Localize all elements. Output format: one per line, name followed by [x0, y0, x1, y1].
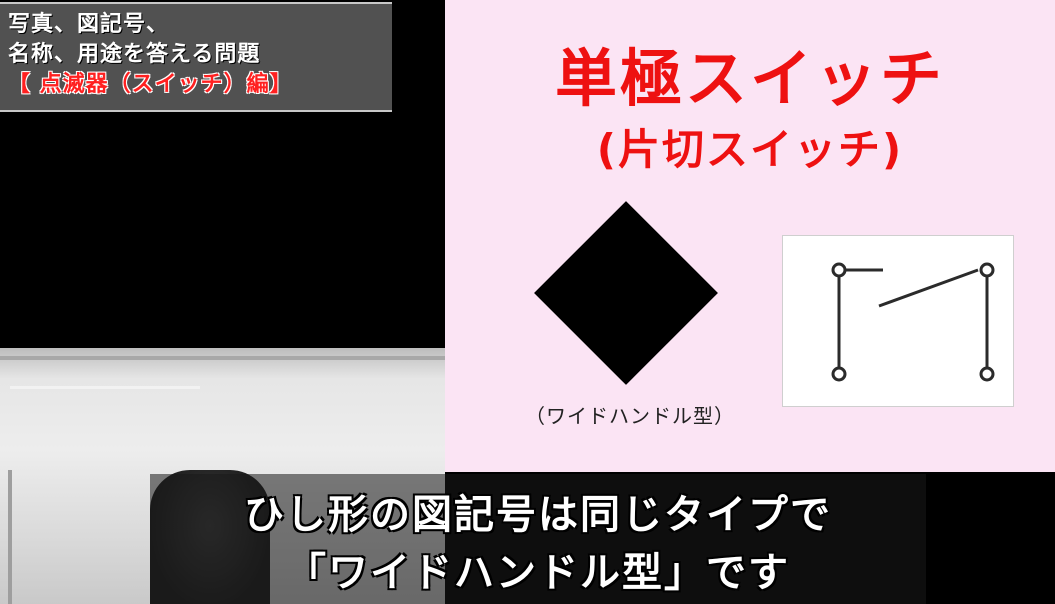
- subtitle-line-2: 「ワイドハンドル型」です: [286, 550, 790, 596]
- whiteboard-rail: [0, 356, 445, 360]
- video-frame: 写真、図記号、 名称、用途を答える問題 【 点滅器（スイッチ）編】 単極スイッチ…: [0, 0, 1055, 604]
- schematic-terminal-top-right: [979, 262, 995, 278]
- slide-subtitle: (片切スイッチ): [596, 125, 904, 174]
- schematic-switch-lever: [878, 268, 979, 308]
- switch-schematic-diagram: [782, 235, 1014, 407]
- subtitle-band: ひし形の図記号は同じタイプで 「ワイドハンドル型」です: [150, 474, 926, 604]
- subtitle-line-1: ひし形の図記号は同じタイプで: [244, 492, 832, 538]
- topic-line-2: 名称、用途を答える問題: [8, 42, 261, 67]
- diamond-caption: （ワイドハンドル型）: [525, 404, 735, 428]
- topic-line-1: 写真、図記号、: [8, 12, 170, 37]
- slide-title: 単極スイッチ: [554, 42, 945, 115]
- schematic-terminal-bottom-left: [831, 366, 847, 382]
- topic-caption: 写真、図記号、 名称、用途を答える問題 【 点滅器（スイッチ）編】: [0, 2, 392, 112]
- topic-line-3: 【 点滅器（スイッチ）編】: [8, 72, 293, 97]
- whiteboard-reflection: [10, 386, 200, 389]
- slide-panel: 単極スイッチ (片切スイッチ) （ワイドハンドル型）: [445, 0, 1055, 472]
- switch-symbol-diamond: [534, 201, 718, 385]
- schematic-terminal-top-left: [831, 262, 847, 278]
- schematic-terminal-bottom-right: [979, 366, 995, 382]
- whiteboard-frame: [8, 470, 12, 604]
- switch-schematic-svg: [831, 262, 995, 382]
